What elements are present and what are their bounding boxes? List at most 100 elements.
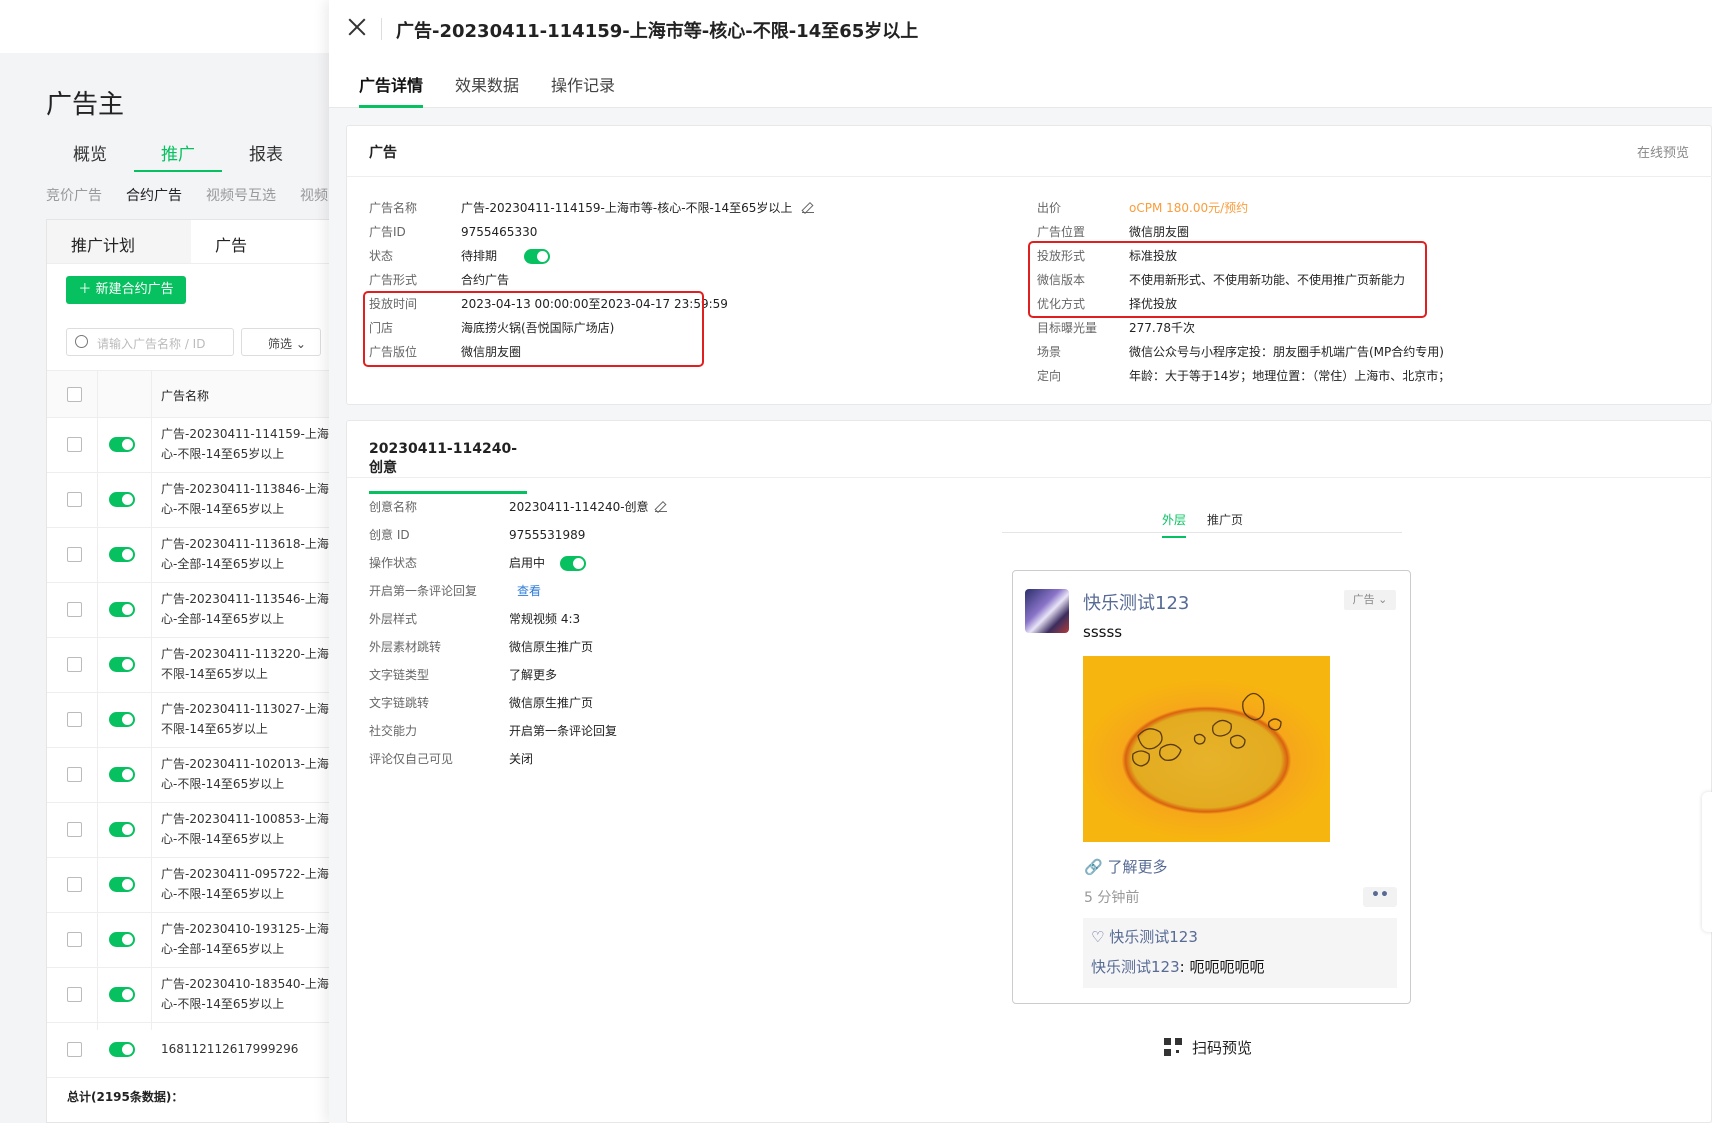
ad-list-panel: 推广计划 广告 ＋ 新建合约广告 请输入广告名称 / ID 筛选 ⌄ 广告名称 … xyxy=(46,219,337,1123)
like-line: ♡ 快乐测试123 xyxy=(1091,926,1198,947)
row-checkbox[interactable] xyxy=(67,602,82,617)
tab-overview[interactable]: 概览 xyxy=(46,140,134,172)
row-checkbox[interactable] xyxy=(67,767,82,782)
field-value: 微信原生推广页 xyxy=(509,640,594,654)
filter-button[interactable]: 筛选 ⌄ xyxy=(241,328,321,356)
operation-toggle[interactable] xyxy=(560,556,586,571)
scan-preview-button[interactable]: 扫码预览 xyxy=(1164,1037,1252,1058)
field-value: 启用中 xyxy=(509,556,546,570)
row-checkbox[interactable] xyxy=(67,437,82,452)
tab-promotion[interactable]: 推广 xyxy=(134,140,222,172)
edit-icon[interactable] xyxy=(802,201,815,213)
field-value: 9755531989 xyxy=(509,528,586,542)
row-toggle[interactable] xyxy=(109,437,135,452)
tab-ad-detail[interactable]: 广告详情 xyxy=(359,72,424,108)
row-name-line1: 广告-20230411-095722-上海市等-核 xyxy=(161,867,331,881)
row-toggle[interactable] xyxy=(109,932,135,947)
row-toggle[interactable] xyxy=(109,877,135,892)
close-icon[interactable] xyxy=(347,17,367,37)
subtab-video-select[interactable]: 视频号互选 xyxy=(206,185,276,205)
col-ad-name: 广告名称 xyxy=(161,389,210,403)
row-name-line1: 广告-20230411-113546-上海市等-核 xyxy=(161,592,331,606)
table-total: 总计(2195条数据)： xyxy=(67,1090,184,1104)
panel-tab-plan[interactable]: 推广计划 xyxy=(47,220,191,263)
row-toggle[interactable] xyxy=(109,987,135,1002)
ad-info-card: 广告 在线预览 广告名称 广告-20230411-114159-上海市等-核心-不… xyxy=(346,125,1712,405)
table-row[interactable]: 168112112617999296 xyxy=(47,1023,337,1078)
new-contract-ad-label: 新建合约广告 xyxy=(95,282,174,297)
tab-effect-data[interactable]: 效果数据 xyxy=(455,72,519,108)
drawer-header: 广告-20230411-114159-上海市等-核心-不限-14至65岁以上 广… xyxy=(329,0,1712,108)
table-row[interactable]: 广告-20230411-113846-上海市等-核心-不限-14至65岁以上 xyxy=(47,473,337,528)
row-checkbox[interactable] xyxy=(67,657,82,672)
like-user: 快乐测试123 xyxy=(1109,928,1198,946)
subtab-video[interactable]: 视频 xyxy=(300,185,328,205)
moments-preview: 快乐测试123 广告 ⌄ sssss 🔗 了解更多 5 分钟前 •• ♡ 快乐测… xyxy=(1012,570,1411,1004)
row-name-line2: 心-全部-14至65岁以上 xyxy=(161,557,285,571)
row-toggle[interactable] xyxy=(109,822,135,837)
row-checkbox[interactable] xyxy=(67,822,82,837)
view-link[interactable]: 查看 xyxy=(517,583,541,599)
status-toggle[interactable] xyxy=(524,249,550,264)
panel-tab-ad[interactable]: 广告 xyxy=(191,220,335,263)
field-label: 广告名称 xyxy=(369,201,418,215)
field-value: 微信朋友圈 xyxy=(1129,225,1190,239)
field-value: 关闭 xyxy=(509,752,534,766)
select-all-checkbox[interactable] xyxy=(67,387,82,402)
more-options-button[interactable]: •• xyxy=(1363,887,1397,907)
field-label: 社交能力 xyxy=(369,724,418,738)
field-label: 广告ID xyxy=(369,225,406,239)
field-value: 广告-20230411-114159-上海市等-核心-不限-14至65岁以上 xyxy=(461,201,793,215)
row-checkbox[interactable] xyxy=(67,932,82,947)
table-row[interactable]: 广告-20230411-113546-上海市等-核心-全部-14至65岁以上 xyxy=(47,583,337,638)
new-contract-ad-button[interactable]: ＋ 新建合约广告 xyxy=(66,276,186,304)
preview-tab-landing[interactable]: 推广页 xyxy=(1207,511,1243,528)
table-row[interactable]: 广告-20230411-095722-上海市等-核心-不限-14至65岁以上 xyxy=(47,858,337,913)
comment-user: 快乐测试123 xyxy=(1091,958,1180,976)
online-preview-link[interactable]: 在线预览 xyxy=(1637,142,1689,161)
row-checkbox[interactable] xyxy=(67,712,82,727)
field-value: 了解更多 xyxy=(509,668,558,682)
field-label: 定向 xyxy=(1037,369,1062,383)
page-title: 广告主 xyxy=(46,90,125,120)
table-row[interactable]: 广告-20230410-183540-上海市等-核心-不限-14至65岁以上 xyxy=(47,968,337,1023)
qrcode-icon xyxy=(1164,1038,1182,1056)
table-row[interactable]: 广告-20230411-114159-上海市等-核心-不限-14至65岁以上 xyxy=(47,418,337,473)
scan-preview-label: 扫码预览 xyxy=(1192,1039,1253,1057)
subtab-bidding[interactable]: 竞价广告 xyxy=(46,185,102,205)
creative-tab[interactable]: 20230411-114240-创意 xyxy=(369,441,527,494)
table-row[interactable]: 广告-20230411-100853-上海市等-核心-不限-14至65岁以上 xyxy=(47,803,337,858)
row-checkbox[interactable] xyxy=(67,492,82,507)
row-checkbox[interactable] xyxy=(67,877,82,892)
comment-line: 快乐测试123: 呃呃呃呃呃 xyxy=(1091,956,1264,977)
side-handle[interactable] xyxy=(1702,792,1712,932)
table-row[interactable]: 广告-20230411-102013-上海市等-核心-不限-14至65岁以上 xyxy=(47,748,337,803)
row-checkbox[interactable] xyxy=(67,987,82,1002)
preview-tab-outer[interactable]: 外层 xyxy=(1162,511,1187,538)
tab-operation-log[interactable]: 操作记录 xyxy=(551,72,615,108)
drawer-title: 广告-20230411-114159-上海市等-核心-不限-14至65岁以上 xyxy=(396,21,919,42)
edit-icon[interactable] xyxy=(654,500,667,512)
row-toggle[interactable] xyxy=(109,767,135,782)
search-input[interactable]: 请输入广告名称 / ID xyxy=(66,328,234,356)
row-toggle[interactable] xyxy=(109,1042,135,1057)
table-row[interactable]: 广告-20230410-193125-上海市等-核心-全部-14至65岁以上 xyxy=(47,913,337,968)
subtab-contract[interactable]: 合约广告 xyxy=(126,185,182,205)
table-row[interactable]: 广告-20230411-113027-上海市等- 不限-14至65岁以上 xyxy=(47,693,337,748)
field-label: 创意名称 xyxy=(369,500,418,514)
row-toggle[interactable] xyxy=(109,547,135,562)
ad-tag[interactable]: 广告 ⌄ xyxy=(1344,590,1396,610)
table-row[interactable]: 广告-20230411-113618-上海市等-核心-全部-14至65岁以上 xyxy=(47,528,337,583)
row-toggle[interactable] xyxy=(109,712,135,727)
highlight-box-left xyxy=(363,291,704,367)
row-checkbox[interactable] xyxy=(67,547,82,562)
row-checkbox[interactable] xyxy=(67,1042,82,1057)
row-name-line1: 广告-20230411-102013-上海市等-核 xyxy=(161,757,331,771)
tab-report[interactable]: 报表 xyxy=(222,140,310,172)
table-row[interactable]: 广告-20230411-113220-上海市等- 不限-14至65岁以上 xyxy=(47,638,337,693)
row-toggle[interactable] xyxy=(109,602,135,617)
row-toggle[interactable] xyxy=(109,657,135,672)
learn-more-link[interactable]: 🔗 了解更多 xyxy=(1084,856,1167,877)
row-toggle[interactable] xyxy=(109,492,135,507)
row-name-line1: 168112112617999296 xyxy=(161,1042,299,1056)
